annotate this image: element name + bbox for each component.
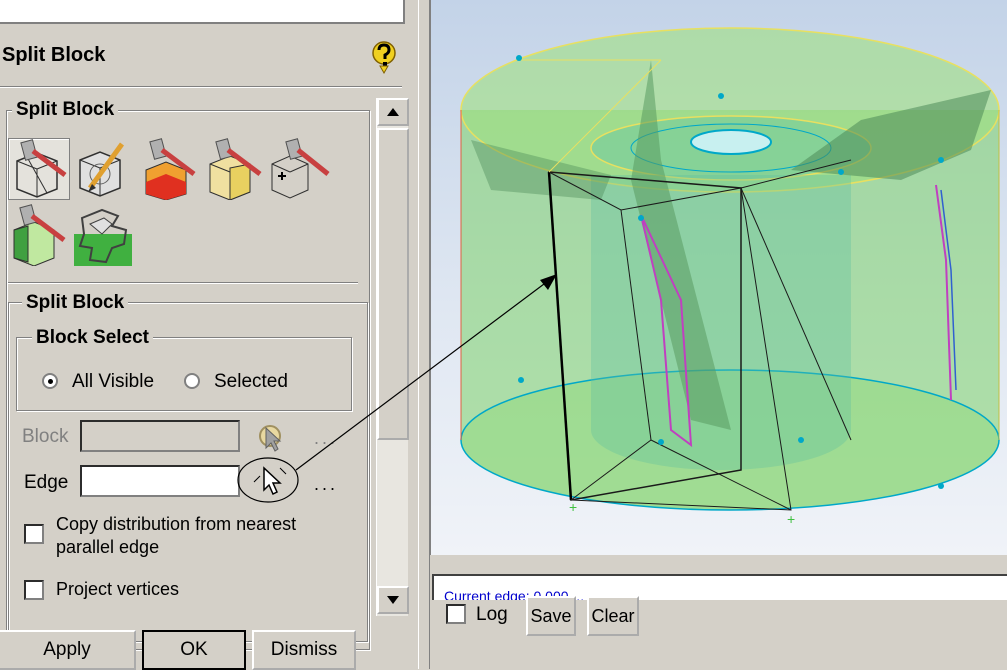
svg-text:+: +: [787, 511, 795, 527]
ok-button[interactable]: OK: [142, 630, 246, 670]
selected-radio[interactable]: [184, 373, 200, 389]
split-prescribed-icon[interactable]: [204, 138, 266, 201]
copy-distribution-checkbox[interactable]: [24, 524, 44, 544]
tools-legend: Split Block: [12, 99, 119, 121]
select-edge-cursor-icon[interactable]: [250, 462, 290, 498]
block-input: [80, 420, 240, 452]
arrow-down-icon: [387, 596, 399, 604]
log-label: Log: [476, 604, 508, 625]
copy-distribution-label: Copy distribution from nearest parallel …: [56, 514, 297, 557]
split-options-legend: Split Block: [22, 292, 129, 314]
title-divider: [0, 86, 402, 88]
panel-splitter[interactable]: [418, 0, 430, 669]
all-visible-label: All Visible: [72, 371, 155, 392]
message-area[interactable]: Current edge: 0.000 ...: [432, 574, 1007, 600]
select-block-cursor-icon: [259, 425, 282, 452]
mesh-model-drawing[interactable]: + +: [431, 0, 1007, 555]
all-visible-radio[interactable]: [42, 373, 58, 389]
scroll-down-button[interactable]: [377, 586, 409, 614]
scroll-thumb[interactable]: [377, 128, 409, 440]
graphics-viewport[interactable]: + +: [430, 0, 1007, 555]
arrow-up-icon: [387, 108, 399, 116]
project-vertices-checkbox[interactable]: [24, 580, 44, 600]
selected-label: Selected: [214, 371, 288, 392]
scroll-up-button[interactable]: [377, 98, 409, 126]
top-field[interactable]: [0, 0, 405, 24]
panel-scrollbar[interactable]: [376, 98, 409, 616]
split-block-panel: Split Block Split Block Split Block Bloc…: [0, 0, 418, 670]
block-field-label: Block: [22, 426, 69, 447]
tools-divider: [8, 282, 358, 284]
edge-field-label: Edge: [24, 472, 69, 493]
svg-text:+: +: [569, 499, 577, 515]
split-free-icon[interactable]: [138, 138, 200, 201]
split-face-icon[interactable]: [72, 138, 134, 200]
log-checkbox[interactable]: [446, 604, 466, 624]
apply-button[interactable]: Apply: [0, 630, 136, 670]
save-button[interactable]: Save: [526, 596, 576, 636]
block-select-legend: Block Select: [32, 327, 153, 349]
clear-button[interactable]: Clear: [587, 596, 639, 636]
help-question-icon[interactable]: [370, 40, 398, 74]
block-dots: ...: [314, 428, 339, 448]
panel-title: Split Block: [2, 44, 106, 66]
dismiss-button[interactable]: Dismiss: [252, 630, 356, 670]
project-vertices-label: Project vertices: [56, 579, 180, 599]
split-index-icon[interactable]: [8, 204, 70, 267]
split-vertex-icon[interactable]: [268, 138, 330, 200]
edge-dots[interactable]: ...: [314, 474, 338, 495]
split-block-icon[interactable]: [8, 138, 70, 200]
split-topology-icon[interactable]: [72, 204, 134, 266]
edge-input[interactable]: [80, 465, 240, 497]
